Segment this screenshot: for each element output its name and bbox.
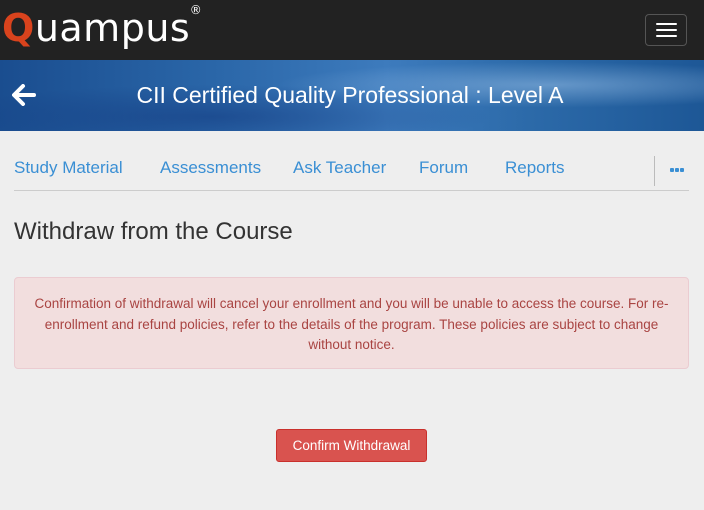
hamburger-menu-icon: [656, 23, 677, 25]
logo-rest: uampus: [34, 6, 191, 50]
tab-assessments[interactable]: Assessments: [160, 158, 261, 178]
tab-ask-teacher[interactable]: Ask Teacher: [293, 158, 386, 178]
course-banner: CII Certified Quality Professional : Lev…: [0, 60, 704, 131]
tab-forum[interactable]: Forum: [419, 158, 468, 178]
hamburger-menu-icon-bar: [656, 29, 677, 31]
registered-mark: ®: [189, 3, 203, 17]
withdrawal-warning-alert: Confirmation of withdrawal will cancel y…: [14, 277, 689, 369]
ellipsis-icon-dot: [675, 168, 679, 172]
ellipsis-icon-dot: [680, 168, 684, 172]
course-title: CII Certified Quality Professional : Lev…: [136, 82, 564, 108]
tab-reports[interactable]: Reports: [505, 158, 565, 178]
tab-study-material[interactable]: Study Material: [14, 158, 123, 178]
more-tabs-button[interactable]: [654, 156, 690, 186]
top-navbar: Quampus ®: [0, 0, 704, 60]
arrow-left-icon[interactable]: [12, 84, 36, 106]
page-title: Withdraw from the Course: [14, 218, 293, 245]
hamburger-menu-button[interactable]: [645, 14, 687, 46]
logo-first-letter: Q: [2, 6, 35, 50]
hamburger-menu-icon-bar: [656, 35, 677, 37]
quampus-logo[interactable]: Quampus ®: [2, 4, 202, 50]
course-nav-tabs: Study Material Assessments Ask Teacher F…: [14, 148, 689, 191]
confirm-withdrawal-button[interactable]: Confirm Withdrawal: [276, 429, 427, 462]
ellipsis-icon: [670, 168, 674, 172]
